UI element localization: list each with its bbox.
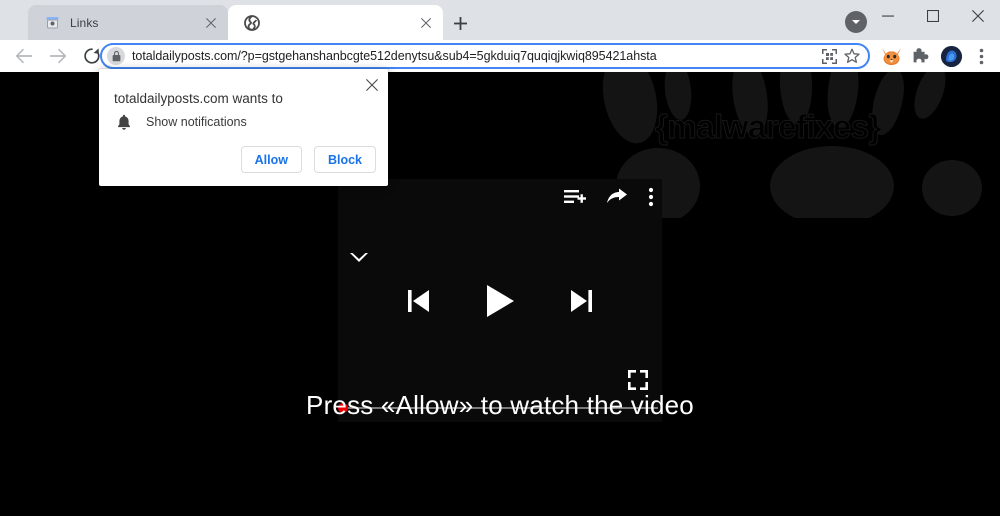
window-controls <box>865 0 1000 32</box>
tab-title: Links <box>70 15 99 30</box>
back-button[interactable] <box>10 42 38 70</box>
tab-close-icon[interactable] <box>202 14 220 32</box>
call-to-action-text: Press «Allow» to watch the video <box>306 390 694 420</box>
minimize-button[interactable] <box>865 0 910 32</box>
three-dots-menu-icon[interactable] <box>968 43 994 69</box>
allow-button[interactable]: Allow <box>240 146 302 173</box>
block-button[interactable]: Block <box>313 146 376 173</box>
forward-arrow-icon <box>50 48 67 64</box>
tab-close-icon[interactable] <box>417 14 435 32</box>
previous-track-icon[interactable] <box>407 288 431 314</box>
reload-icon <box>84 48 100 64</box>
folder-icon <box>44 15 60 31</box>
chevron-down-icon <box>852 20 860 24</box>
back-arrow-icon <box>15 48 32 64</box>
tab-strip: Links <box>0 0 1000 40</box>
video-player[interactable] <box>338 179 662 422</box>
maximize-button[interactable] <box>910 0 955 32</box>
address-bar[interactable]: totaldailyposts.com/?p=gstgehanshanbcgte… <box>100 43 870 69</box>
lock-icon[interactable] <box>107 47 125 65</box>
close-icon[interactable] <box>363 76 381 94</box>
star-icon[interactable] <box>842 46 862 66</box>
next-track-icon[interactable] <box>569 288 593 314</box>
fullscreen-icon[interactable] <box>628 370 648 390</box>
watermark-text: {malwarefixes} <box>655 108 882 146</box>
tab-links[interactable]: Links <box>28 5 228 40</box>
play-icon[interactable] <box>485 284 515 318</box>
globe-icon <box>244 14 260 31</box>
chevron-down-icon[interactable] <box>345 249 373 267</box>
permission-row: Show notifications <box>114 112 247 132</box>
browser-window: {malwarefixes} Press «Allow» to watch th… <box>0 0 1000 516</box>
qr-code-icon[interactable] <box>819 46 839 66</box>
url-text[interactable]: totaldailyposts.com/?p=gstgehanshanbcgte… <box>132 49 816 63</box>
extension-toolbar <box>874 43 994 69</box>
notification-permission-dialog: totaldailyposts.com wants to Show notifi… <box>99 69 388 186</box>
close-button[interactable] <box>955 0 1000 32</box>
bell-icon <box>114 112 134 132</box>
plus-icon <box>453 16 467 30</box>
dialog-actions: Allow Block <box>240 146 376 173</box>
dialog-title: totaldailyposts.com wants to <box>114 91 283 106</box>
browser-chrome: Links totaldailyposts.com/?p=gstgehansha… <box>0 0 1000 72</box>
avatar <box>940 45 962 67</box>
new-tab-button[interactable] <box>448 11 472 35</box>
puzzle-piece-icon[interactable] <box>908 43 934 69</box>
forward-button[interactable] <box>44 42 72 70</box>
profile-avatar-icon[interactable] <box>938 43 964 69</box>
player-transport-controls <box>338 179 662 422</box>
profile-chip[interactable] <box>845 11 867 33</box>
permission-label: Show notifications <box>146 115 247 129</box>
tab-active-site[interactable] <box>228 5 443 40</box>
fox-extension-icon[interactable] <box>878 43 904 69</box>
